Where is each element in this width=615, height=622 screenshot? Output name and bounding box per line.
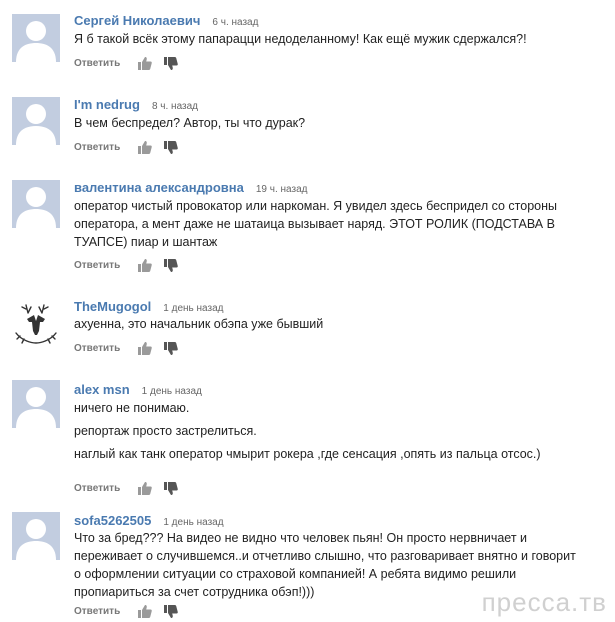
comment-actions: Ответить [74,258,179,272]
comment-actions: Ответить [74,56,179,70]
comment-text: ничего не понимаю. репортаж просто застр… [74,399,594,463]
site-watermark: пресса.тв [481,587,607,617]
comment-line: оператора, а мент даже не шатаица вызыва… [74,217,555,231]
author-name[interactable]: валентина александровна [74,180,244,195]
reply-button[interactable]: Ответить [74,58,120,69]
comment-time[interactable]: 19 ч. назад [256,184,308,195]
comment-line: Я б такой всёк этому папарацци недоделан… [74,32,527,46]
author-row: sofa5262505 1 день назад [74,513,224,528]
comment-actions: Ответить [74,604,179,618]
author-row: I'm nedrug 8 ч. назад [74,97,198,112]
author-name[interactable]: alex msn [74,382,130,397]
reply-button[interactable]: Ответить [74,260,120,271]
default-avatar-icon[interactable] [12,180,60,228]
reply-button[interactable]: Ответить [74,483,120,494]
thumbs-up-icon[interactable] [138,341,153,355]
default-avatar-icon[interactable] [12,380,60,428]
comment-text: В чем беспредел? Автор, ты что дурак? [74,114,594,132]
comment-time[interactable]: 1 день назад [163,517,223,528]
comment-time[interactable]: 8 ч. назад [152,101,198,112]
comment-line: наглый как танк оператор чмырит рокера ,… [74,447,541,461]
comment-line: ТУАПСЕ) пиар и шантаж [74,235,218,249]
thumbs-down-icon[interactable] [164,56,179,70]
author-name[interactable]: TheMugogol [74,299,151,314]
comment-line: переживает о случившемся..и отчетливо сл… [74,549,576,563]
comment-actions: Ответить [74,481,179,495]
thumbs-down-icon[interactable] [164,481,179,495]
reply-button[interactable]: Ответить [74,343,120,354]
reply-button[interactable]: Ответить [74,142,120,153]
thumbs-up-icon[interactable] [138,481,153,495]
comment-line: ничего не понимаю. [74,401,190,415]
comment-line: оператор чистый провокатор или наркоман.… [74,199,557,213]
comment-line: В чем беспредел? Автор, ты что дурак? [74,116,306,130]
author-name[interactable]: I'm nedrug [74,97,140,112]
thumbs-down-icon[interactable] [164,604,179,618]
thumbs-down-icon[interactable] [164,258,179,272]
comment-line: ахуенна, это начальник обэпа уже бывший [74,317,324,331]
thumbs-up-icon[interactable] [138,604,153,618]
author-row: валентина александровна 19 ч. назад [74,180,307,195]
comment-line: Что за бред??? На видео не видно что чел… [74,531,528,545]
thumbs-up-icon[interactable] [138,56,153,70]
thumbs-up-icon[interactable] [138,140,153,154]
comment-line: репортаж просто застрелиться. [74,424,257,438]
default-avatar-icon[interactable] [12,512,60,560]
reply-button[interactable]: Ответить [74,606,120,617]
author-name[interactable]: Сергей Николаевич [74,13,200,28]
comment-line: о оформлении ситуации со страховой компа… [74,567,517,581]
author-row: alex msn 1 день назад [74,382,202,397]
deer-avatar-icon[interactable] [12,297,60,345]
author-row: Сергей Николаевич 6 ч. назад [74,13,258,28]
thumbs-up-icon[interactable] [138,258,153,272]
comment-text: Я б такой всёк этому папарацци недоделан… [74,30,594,48]
comment-time[interactable]: 1 день назад [163,303,223,314]
default-avatar-icon[interactable] [12,14,60,62]
comment-actions: Ответить [74,140,179,154]
author-name[interactable]: sofa5262505 [74,513,151,528]
comment-text: оператор чистый провокатор или наркоман.… [74,197,594,251]
comment-time[interactable]: 6 ч. назад [212,17,258,28]
author-row: TheMugogol 1 день назад [74,299,223,314]
comment-time[interactable]: 1 день назад [142,386,202,397]
comment-actions: Ответить [74,341,179,355]
thumbs-down-icon[interactable] [164,140,179,154]
default-avatar-icon[interactable] [12,97,60,145]
thumbs-down-icon[interactable] [164,341,179,355]
comment-text: ахуенна, это начальник обэпа уже бывший [74,315,594,333]
